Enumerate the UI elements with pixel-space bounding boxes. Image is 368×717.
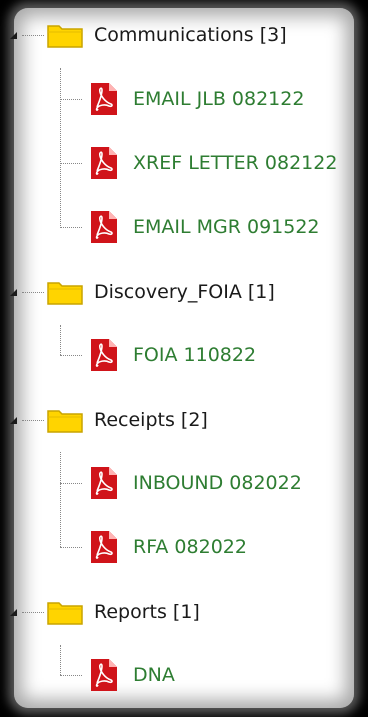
tree-guide-line xyxy=(60,547,82,548)
file-label: DNA xyxy=(133,664,175,686)
folder-label: Communications [3] xyxy=(94,24,287,46)
file-label: EMAIL MGR 091522 xyxy=(133,216,320,238)
tree-guide-line xyxy=(60,163,82,164)
tree-guide-line xyxy=(60,325,61,355)
tree-guide-line xyxy=(60,483,82,484)
file-label: XREF LETTER 082122 xyxy=(133,152,338,174)
folder-icon xyxy=(47,599,83,625)
folder-icon xyxy=(47,407,83,433)
tree-guide-line xyxy=(60,645,61,675)
pdf-icon xyxy=(90,530,118,564)
pdf-icon xyxy=(90,338,118,372)
pdf-icon xyxy=(90,82,118,116)
pdf-icon xyxy=(90,466,118,500)
expand-arrow-icon[interactable] xyxy=(6,413,20,427)
expand-arrow-icon[interactable] xyxy=(6,605,20,619)
file-tree: Communications [3] EMAIL JLB 082122 XREF… xyxy=(0,0,368,717)
file-label: INBOUND 082022 xyxy=(133,472,302,494)
pdf-icon xyxy=(90,146,118,180)
file-label: FOIA 110822 xyxy=(133,344,257,366)
tree-guide-line xyxy=(22,292,44,293)
tree-guide-line xyxy=(22,420,44,421)
folder-label: Receipts [2] xyxy=(94,409,208,431)
tree-guide-line xyxy=(60,452,61,547)
window-frame: Communications [3] EMAIL JLB 082122 XREF… xyxy=(0,0,368,717)
expand-arrow-icon[interactable] xyxy=(6,285,20,299)
tree-guide-line xyxy=(60,68,61,228)
file-label: EMAIL JLB 082122 xyxy=(133,88,305,110)
tree-guide-line xyxy=(60,675,82,676)
tree-guide-line xyxy=(22,35,44,36)
folder-label: Reports [1] xyxy=(94,601,200,623)
pdf-icon xyxy=(90,658,118,692)
file-label: RFA 082022 xyxy=(133,536,247,558)
tree-guide-line xyxy=(60,99,82,100)
folder-label: Discovery_FOIA [1] xyxy=(94,281,275,303)
tree-guide-line xyxy=(60,227,82,228)
tree-guide-line xyxy=(22,612,44,613)
pdf-icon xyxy=(90,210,118,244)
folder-icon xyxy=(47,22,83,48)
expand-arrow-icon[interactable] xyxy=(6,28,20,42)
tree-guide-line xyxy=(60,355,82,356)
folder-icon xyxy=(47,279,83,305)
